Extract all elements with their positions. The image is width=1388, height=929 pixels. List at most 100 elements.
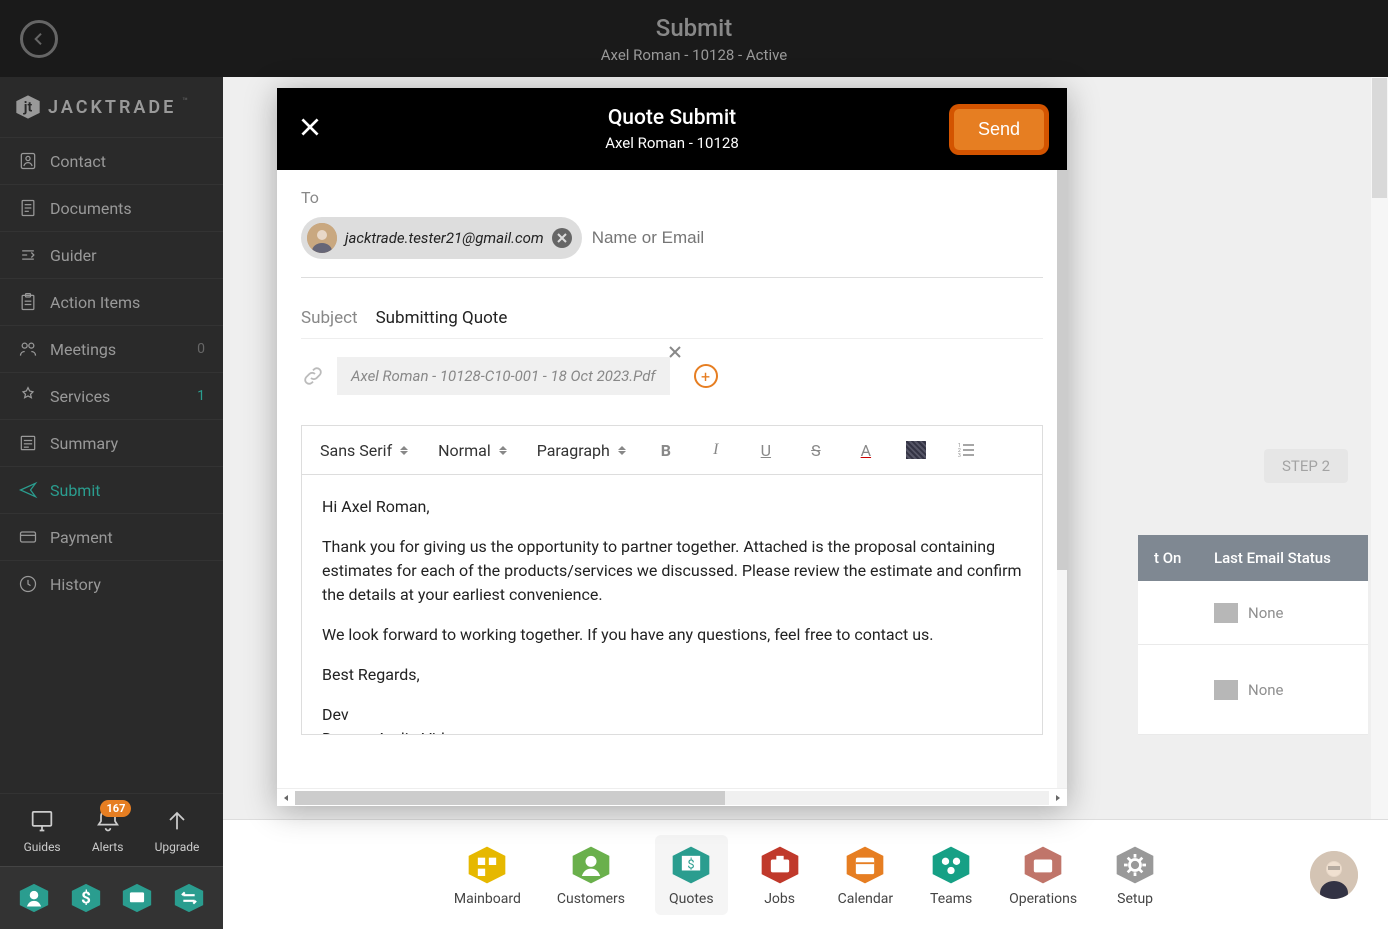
select-caret-icon (499, 446, 507, 455)
format-select[interactable]: Paragraph (537, 441, 626, 460)
svg-text:$: $ (688, 857, 695, 872)
summary-icon (18, 433, 38, 453)
upgrade-button[interactable]: Upgrade (155, 806, 200, 854)
sidebar-label: Documents (50, 199, 132, 218)
sidebar-item-documents[interactable]: Documents (0, 184, 223, 231)
sidebar-hex-chat[interactable] (120, 881, 154, 915)
alerts-label: Alerts (92, 840, 124, 854)
attachment-chip[interactable]: Axel Roman - 10128-C10-001 - 18 Oct 2023… (337, 357, 670, 395)
highlight-button[interactable] (906, 440, 926, 460)
recipient-input[interactable] (592, 228, 1043, 248)
sidebar-label: Meetings (50, 340, 116, 359)
triangle-right-icon (1054, 794, 1062, 802)
bottomnav-operations[interactable]: Operations (1003, 843, 1083, 907)
font-size-value: Normal (438, 441, 491, 460)
sidebar-item-guider[interactable]: Guider (0, 231, 223, 278)
sidebar-item-history[interactable]: History (0, 560, 223, 607)
sidebar-item-meetings[interactable]: Meetings 0 (0, 325, 223, 372)
bottomnav-setup[interactable]: Setup (1107, 843, 1163, 907)
subject-label: Subject (301, 308, 358, 328)
guides-icon (28, 806, 56, 834)
bottomnav-label: Setup (1117, 891, 1153, 907)
sidebar-badge: 0 (197, 341, 205, 357)
underline-button[interactable]: U (756, 440, 776, 460)
sidebar-hex-user[interactable] (17, 881, 51, 915)
recipient-email: jacktrade.tester21@gmail.com (345, 229, 544, 247)
guider-icon (18, 245, 38, 265)
sidebar-item-summary[interactable]: Summary (0, 419, 223, 466)
hex-swap-icon (172, 881, 206, 915)
send-button[interactable]: Send (951, 106, 1047, 153)
sidebar-item-contact[interactable]: Contact (0, 137, 223, 184)
add-attachment-button[interactable]: + (694, 364, 718, 388)
upgrade-icon (163, 806, 191, 834)
remove-attachment-button[interactable] (666, 343, 684, 365)
to-field-row: jacktrade.tester21@gmail.com (301, 217, 1043, 278)
sidebar-item-submit[interactable]: Submit (0, 466, 223, 513)
hex-chat-icon (120, 881, 154, 915)
body-paragraph: We look forward to working together. If … (322, 623, 1022, 647)
bottomnav-calendar[interactable]: Calendar (832, 843, 900, 907)
close-icon (556, 232, 568, 244)
bottomnav-jobs[interactable]: Jobs (752, 843, 808, 907)
sidebar-bottom: Guides 167 Alerts Upgrade $ (0, 793, 223, 929)
sidebar-hex-swap[interactable] (172, 881, 206, 915)
bottomnav-customers[interactable]: Customers (551, 843, 631, 907)
select-caret-icon (400, 446, 408, 455)
italic-button[interactable]: I (706, 440, 726, 460)
sidebar-label: Contact (50, 152, 106, 171)
logo-hexagon-icon: jt (14, 93, 42, 121)
sidebar-item-payment[interactable]: Payment (0, 513, 223, 560)
modal-close-button[interactable] (297, 114, 323, 144)
modal-vscrollbar[interactable] (1057, 170, 1067, 788)
hscroll-right-arrow[interactable] (1049, 789, 1067, 807)
mainboard-hex-icon (465, 843, 509, 887)
bottomnav-mainboard[interactable]: Mainboard (448, 843, 527, 907)
back-button[interactable] (20, 20, 58, 58)
sidebar-label: Guider (50, 246, 97, 265)
documents-icon (18, 198, 38, 218)
bold-button[interactable]: B (656, 440, 676, 460)
bottomnav-teams[interactable]: Teams (923, 843, 979, 907)
list-button[interactable]: 123 (956, 440, 976, 460)
text-color-button[interactable]: A (856, 440, 876, 460)
avatar-icon (307, 223, 337, 253)
hscroll-thumb[interactable] (295, 791, 725, 805)
highlight-icon (906, 441, 926, 459)
hscroll-left-arrow[interactable] (277, 789, 295, 807)
user-avatar[interactable] (1310, 851, 1358, 899)
body-signature: Dev (322, 703, 1022, 727)
page-subtitle: Axel Roman - 10128 - Active (601, 46, 787, 64)
sidebar-item-action-items[interactable]: Action Items (0, 278, 223, 325)
plus-icon: + (701, 367, 710, 386)
sidebar-label: Submit (50, 481, 100, 500)
bottomnav-label: Customers (557, 891, 625, 907)
customers-hex-icon (569, 843, 613, 887)
remove-recipient-button[interactable] (552, 228, 572, 248)
subject-row: Subject Submitting Quote (301, 308, 1043, 339)
bottomnav-label: Mainboard (454, 891, 521, 907)
email-body-editor[interactable]: Hi Axel Roman, Thank you for giving us t… (301, 475, 1043, 735)
modal-hscrollbar[interactable] (277, 788, 1067, 806)
triangle-left-icon (282, 794, 290, 802)
modal-vscrollbar-thumb[interactable] (1057, 170, 1067, 570)
strikethrough-button[interactable]: S (806, 440, 826, 460)
font-size-select[interactable]: Normal (438, 441, 507, 460)
sidebar-item-services[interactable]: Services 1 (0, 372, 223, 419)
contact-icon (18, 151, 38, 171)
bottomnav-quotes[interactable]: $ Quotes (655, 835, 728, 915)
alerts-button[interactable]: 167 Alerts (92, 806, 124, 854)
format-value: Paragraph (537, 441, 610, 460)
guides-button[interactable]: Guides (24, 806, 61, 854)
sidebar-hex-row: $ (0, 866, 223, 929)
body-paragraph: Thank you for giving us the opportunity … (322, 535, 1022, 607)
submit-icon (18, 480, 38, 500)
link-icon (301, 364, 325, 388)
font-family-select[interactable]: Sans Serif (320, 441, 408, 460)
upgrade-label: Upgrade (155, 840, 200, 854)
logo[interactable]: jt JACKTRADE ™ (0, 77, 223, 137)
sidebar-hex-dollar[interactable]: $ (69, 881, 103, 915)
bottom-nav: Mainboard Customers $ Quotes Jobs Calend… (223, 819, 1388, 929)
sidebar-label: History (50, 575, 101, 594)
subject-value[interactable]: Submitting Quote (376, 308, 508, 328)
